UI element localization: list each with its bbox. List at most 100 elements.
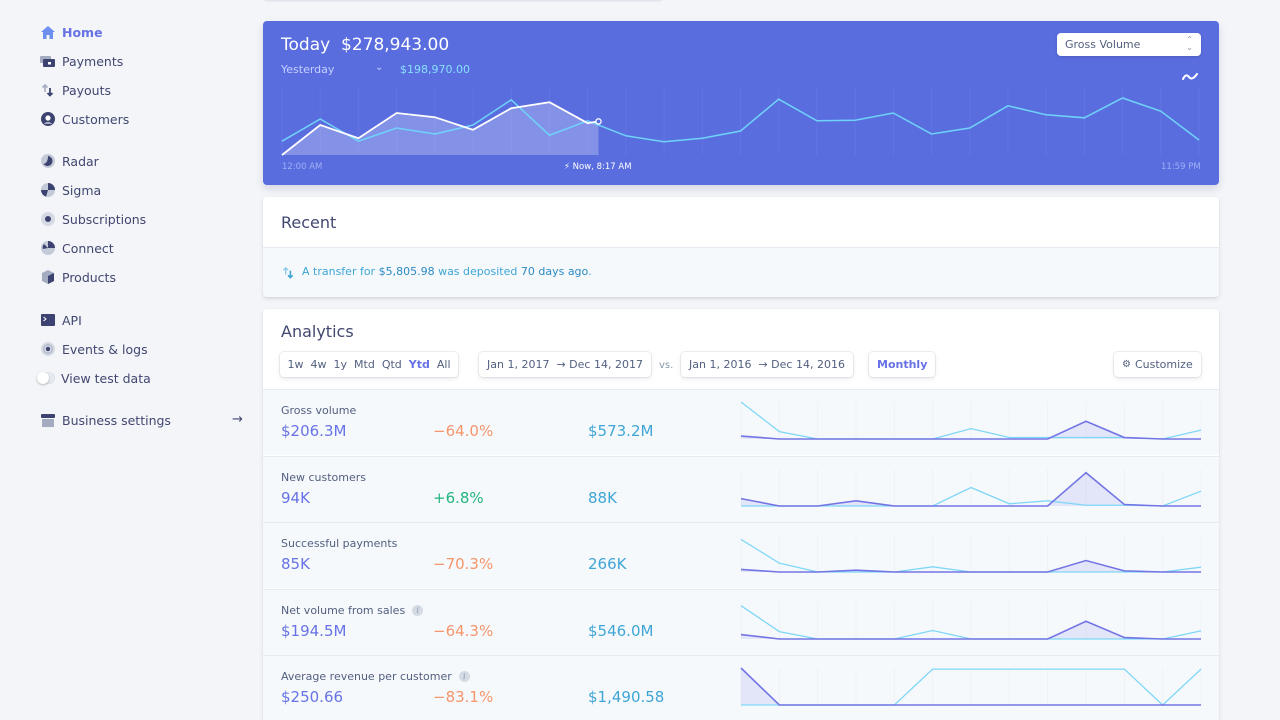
metric-row[interactable]: Average revenue per customer i $250.66 −83.…: [263, 655, 1219, 720]
select-arrows-icon: ⌃ ⌄: [1186, 35, 1193, 52]
customers-icon: [40, 112, 55, 127]
today-volume-card: Today $278,943.00 Yesterday ⌄ $198,970.0…: [263, 21, 1219, 185]
sidebar-item-payouts[interactable]: Payouts: [40, 79, 111, 101]
sidebar-item-label: Payouts: [62, 82, 112, 98]
home-icon: [40, 25, 55, 40]
gear-icon: ⚙: [1122, 359, 1131, 370]
axis-label-end: 11:59 PM: [1161, 162, 1201, 172]
recent-text: was deposited: [434, 265, 521, 278]
current-range-picker[interactable]: Jan 1, 2017 → Dec 14, 2017: [479, 352, 651, 377]
vs-label: vs.: [659, 360, 674, 371]
sidebar-item-connect[interactable]: Connect: [40, 237, 114, 259]
now-marker[interactable]: [595, 118, 602, 125]
compare-amount: $198,970.00: [400, 63, 470, 76]
metric-label: Successful payments: [281, 537, 397, 550]
sidebar-item-label: Radar: [62, 153, 99, 169]
metric-label-text: Gross volume: [281, 404, 357, 417]
today-label: Today: [281, 35, 331, 55]
metric-change: −83.1%: [433, 688, 494, 706]
sidebar-item-label: Customers: [62, 111, 130, 127]
sidebar-item-home[interactable]: Home: [40, 21, 103, 43]
metric-label-text: Successful payments: [281, 537, 398, 550]
customize-button[interactable]: ⚙ Customize: [1114, 352, 1201, 377]
sidebar-item-subscriptions[interactable]: Subscriptions: [40, 208, 146, 230]
sidebar-item-label: Subscriptions: [62, 211, 147, 227]
metric-change: +6.8%: [433, 488, 484, 507]
interval-button[interactable]: Monthly: [869, 352, 936, 377]
metric-value: $194.5M: [281, 621, 347, 640]
sidebar: Home Payments Payouts Customers Radar Si…: [0, 0, 250, 720]
recent-text: .: [588, 265, 592, 278]
range-4w[interactable]: 4w: [311, 358, 327, 371]
sidebar-item-api[interactable]: API: [40, 309, 82, 331]
range-selector: 1w 4w 1y Mtd Qtd Ytd All: [280, 352, 459, 377]
arrow-right-icon[interactable]: →: [232, 412, 243, 427]
recent-item: A transfer for $5,805.98 was deposited 7…: [263, 247, 1219, 297]
products-icon: [40, 270, 55, 285]
sidebar-item-sigma[interactable]: Sigma: [40, 179, 101, 201]
metric-label-text: Net volume from sales: [281, 603, 406, 617]
metric-sparkline: [740, 468, 1202, 507]
info-icon[interactable]: i: [458, 671, 470, 682]
customize-label: Customize: [1134, 358, 1193, 371]
range-1y[interactable]: 1y: [334, 358, 348, 371]
chevron-down-icon[interactable]: ⌄: [375, 62, 383, 73]
sidebar-item-events-logs[interactable]: Events & logs: [40, 338, 148, 360]
metric-label: Net volume from sales i: [281, 603, 424, 617]
metric-row[interactable]: Net volume from sales i $194.5M −64.3% $546.…: [263, 588, 1219, 655]
sidebar-item-products[interactable]: Products: [40, 266, 116, 288]
metric-row[interactable]: New customers 94K +6.8% 88K: [263, 455, 1219, 522]
sidebar-item-label: API: [62, 312, 82, 328]
connect-icon: [40, 241, 55, 256]
payouts-icon: [40, 83, 55, 98]
subscriptions-icon: [40, 212, 55, 227]
metric-change: −64.0%: [433, 422, 494, 440]
range-ytd[interactable]: Ytd: [409, 358, 430, 371]
metric-label-text: New customers: [281, 470, 367, 484]
range-qtd[interactable]: Qtd: [382, 358, 402, 371]
sidebar-item-business-settings[interactable]: Business settings: [40, 409, 171, 431]
analytics-title: Analytics: [281, 322, 354, 341]
recent-amount: $5,805.98: [378, 265, 435, 278]
recent-card: Recent A transfer for $5,805.98 was depo…: [263, 197, 1219, 297]
metric-sparkline: [740, 601, 1202, 640]
range-all[interactable]: All: [437, 358, 451, 371]
sidebar-item-label: Events & logs: [62, 341, 148, 357]
metric-previous-value: $573.2M: [588, 422, 654, 440]
sidebar-item-customers[interactable]: Customers: [40, 108, 129, 130]
sidebar-item-radar[interactable]: Radar: [40, 150, 99, 172]
metric-row[interactable]: Successful payments 85K −70.3% 266K: [263, 522, 1219, 588]
events-icon: [40, 342, 55, 357]
recent-message[interactable]: A transfer for $5,805.98 was deposited 7…: [302, 265, 592, 278]
metric-previous-value: $546.0M: [588, 621, 654, 640]
metric-row[interactable]: Gross volume $206.3M −64.0% $573.2M: [263, 389, 1219, 455]
metric-value: 85K: [281, 555, 310, 573]
sidebar-item-label: Connect: [62, 240, 114, 256]
axis-label-now: ⚡ Now, 8:17 AM: [564, 162, 632, 172]
range-1w[interactable]: 1w: [288, 358, 304, 371]
sidebar-item-payments[interactable]: Payments: [40, 50, 123, 72]
metric-select-value: Gross Volume: [1065, 38, 1141, 51]
sidebar-item-label: Sigma: [62, 182, 102, 198]
radar-icon: [40, 154, 55, 169]
metric-previous-value: 88K: [588, 488, 617, 507]
toggle-switch[interactable]: [37, 372, 55, 384]
range-mtd[interactable]: Mtd: [354, 358, 375, 371]
previous-range-picker[interactable]: Jan 1, 2016 → Dec 14, 2016: [681, 352, 853, 377]
metric-select[interactable]: Gross Volume ⌃ ⌄: [1057, 33, 1201, 56]
transfer-icon: [282, 264, 295, 283]
compare-period-select[interactable]: Yesterday: [281, 63, 334, 76]
metric-value: $250.66: [281, 688, 344, 706]
metric-change: −70.3%: [433, 555, 494, 573]
sigma-icon: [40, 183, 55, 198]
range-start: Jan 1, 2017: [487, 358, 550, 371]
info-icon[interactable]: i: [412, 604, 424, 616]
api-icon: [40, 313, 55, 328]
metric-previous-value: 266K: [588, 555, 627, 573]
view-test-data-toggle[interactable]: View test data: [37, 367, 151, 389]
recent-title: Recent: [281, 213, 337, 232]
sidebar-item-label: Payments: [62, 53, 124, 69]
axis-label-start: 12:00 AM: [282, 162, 323, 172]
recent-text: A transfer for: [302, 265, 379, 278]
trend-line-icon[interactable]: [1182, 66, 1198, 85]
